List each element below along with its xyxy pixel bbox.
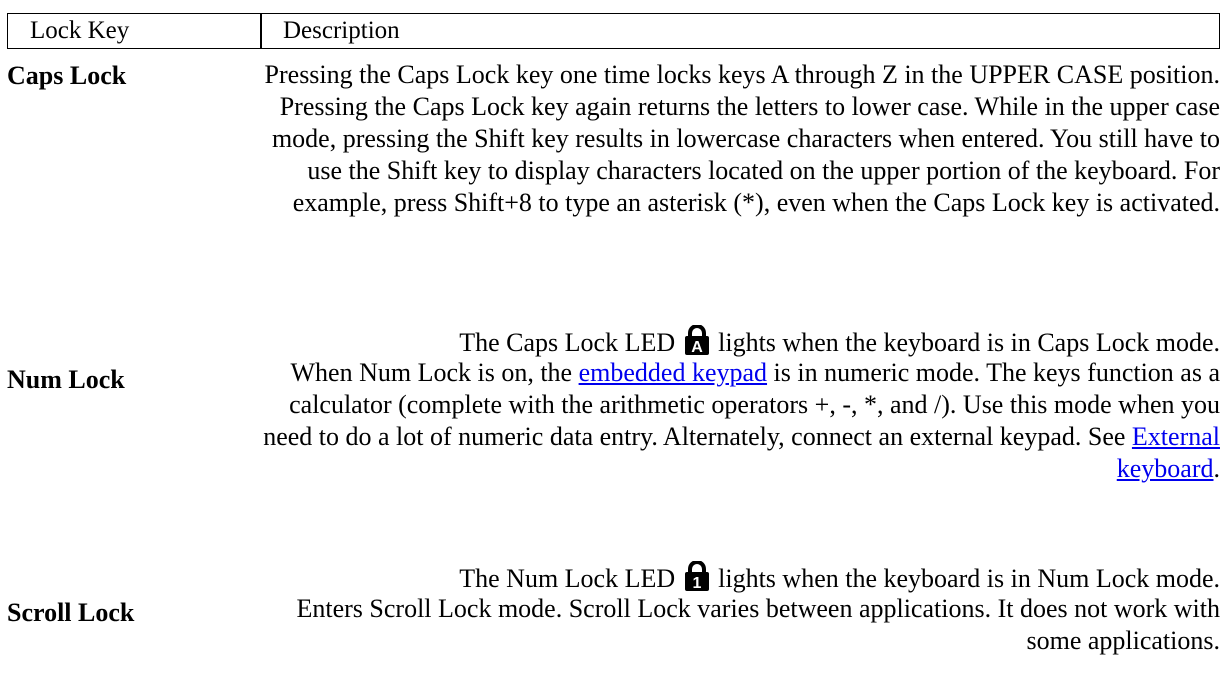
caps-lock-led-text-after: lights when the keyboard is in Caps Lock…	[718, 328, 1220, 357]
scroll-lock-description: Enters Scroll Lock mode. Scroll Lock var…	[260, 593, 1221, 657]
scroll-lock-description-text: Enters Scroll Lock mode. Scroll Lock var…	[296, 594, 1221, 655]
caps-lock-description: Pressing the Caps Lock key one time lock…	[260, 59, 1220, 219]
header-lock-key: Lock Key	[7, 13, 262, 49]
row-label-scroll-lock: Scroll Lock	[7, 598, 135, 627]
num-lock-led-text-before: The Num Lock LED	[459, 564, 676, 593]
caps-lock-description-text: Pressing the Caps Lock key one time lock…	[264, 60, 1220, 217]
num-lock-led-text-after: lights when the keyboard is in Num Lock …	[718, 564, 1220, 593]
caps-lock-led-text-before: The Caps Lock LED	[459, 328, 676, 357]
num-lock-desc-part1: When Num Lock is on, the	[290, 358, 573, 387]
header-description: Description	[260, 13, 1220, 49]
row-label-num-lock: Num Lock	[7, 365, 125, 394]
embedded-keypad-link[interactable]: embedded keypad	[579, 358, 767, 387]
caps-lock-led-letter: A	[691, 339, 703, 355]
num-lock-led-letter: 1	[692, 575, 701, 591]
external-keyboard-link[interactable]: External keyboard	[1117, 422, 1220, 483]
row-label-caps-lock: Caps Lock	[7, 61, 127, 90]
lock-keys-document: Lock Key Description Caps Lock Pressing …	[0, 0, 1227, 684]
num-lock-description: When Num Lock is on, the embedded keypad…	[260, 357, 1220, 485]
num-lock-desc-part3: .	[1213, 454, 1221, 483]
